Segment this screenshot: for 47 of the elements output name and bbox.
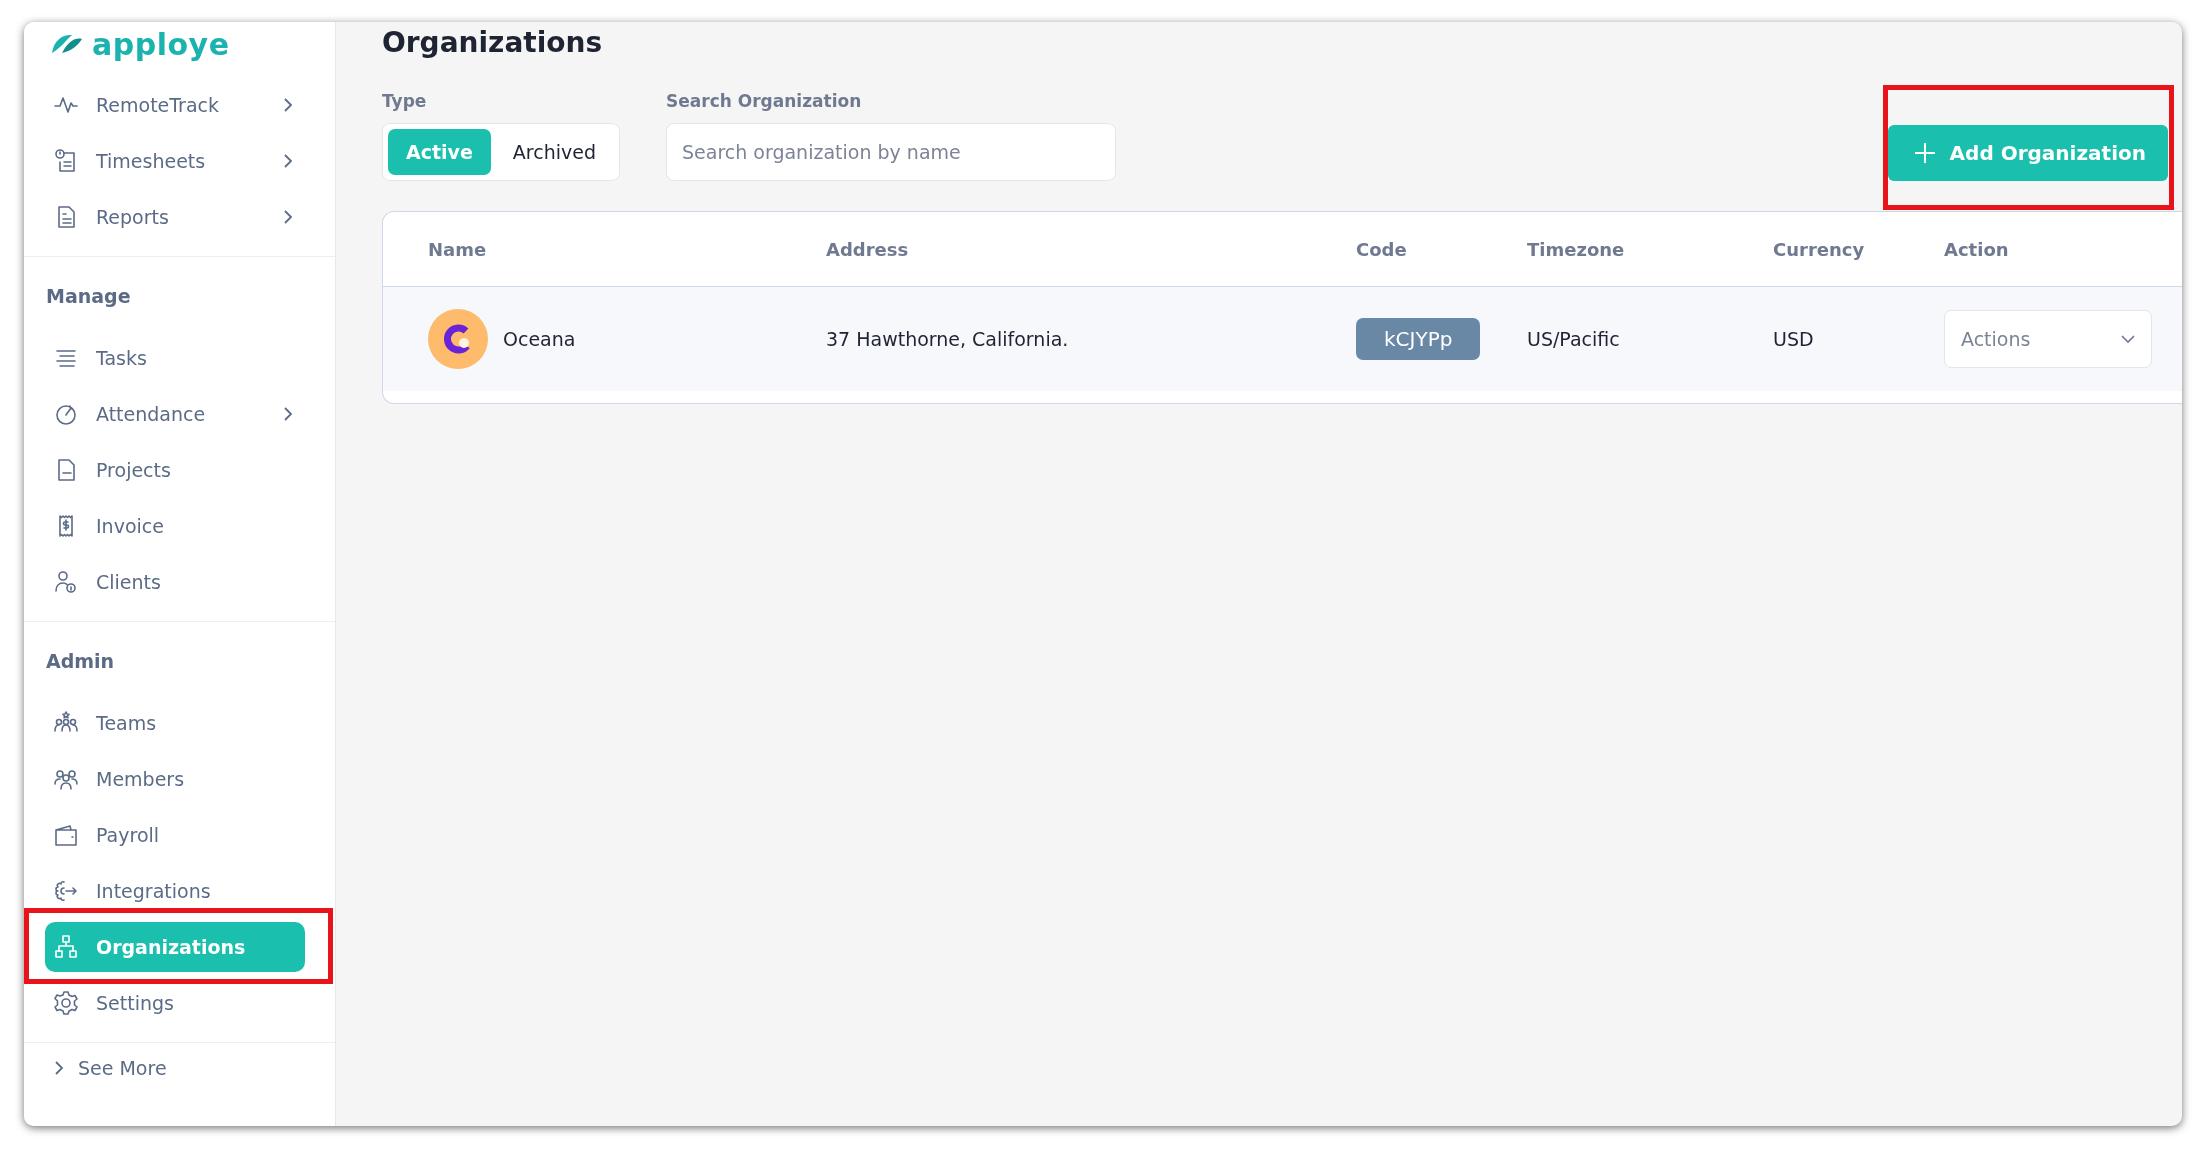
field-label: Search Organization (666, 91, 863, 111)
table-cell-text: 37 Hawthorne, California. (826, 328, 1070, 350)
column-header: Address (826, 238, 910, 260)
gear-arrow-icon (53, 878, 79, 904)
table-cell-text: US/Pacific (1527, 328, 1621, 350)
sidebar-item[interactable]: Attendance (45, 389, 305, 439)
type-tab[interactable]: Archived (494, 129, 614, 175)
see-more-link[interactable]: See More (78, 1057, 167, 1079)
settings-icon (53, 990, 79, 1016)
sidebar-item[interactable]: Members (45, 754, 305, 804)
sidebar-item[interactable]: Reports (45, 192, 305, 242)
chevron-right-icon (283, 97, 293, 113)
table-cell: Oceana (503, 328, 576, 350)
wallet-icon (53, 822, 79, 848)
chevron-right-icon (283, 153, 293, 169)
search-field[interactable]: Search organization by name (666, 123, 1116, 181)
sidebar-item[interactable]: Projects (45, 445, 305, 495)
sidebar-item[interactable]: Clients (45, 557, 305, 607)
hierarchy-icon (53, 934, 79, 960)
chevron-right-icon (54, 1060, 64, 1076)
column-header: Currency (1773, 238, 1866, 260)
chevron-right-icon (283, 406, 293, 422)
sidebar-item[interactable]: Timesheets (45, 136, 305, 186)
section-heading: Admin (45, 649, 116, 674)
sidebar-item[interactable]: Integrations (45, 866, 305, 916)
sidebar-item[interactable]: RemoteTrack (45, 80, 305, 130)
column-header: Action (1944, 238, 2010, 260)
actions-dropdown[interactable]: Actions (1944, 310, 2152, 368)
code-badge: kCJYPp (1356, 318, 1481, 360)
plus-icon (1913, 142, 1936, 164)
column-header: Code (1356, 238, 1408, 260)
sidebar-item[interactable]: Teams (45, 698, 305, 748)
sidebar-item[interactable]: Tasks (45, 333, 305, 383)
sidebar-item[interactable]: Settings (45, 978, 305, 1028)
app-logo-text: apploye (92, 26, 230, 62)
table-cell-text: USD (1773, 328, 1815, 350)
page-title: Organizations (382, 26, 604, 61)
person-icon (53, 569, 79, 595)
field-label: Type (382, 91, 428, 111)
section-heading: Manage (45, 284, 132, 309)
sidebar-item[interactable]: Payroll (45, 810, 305, 860)
column-header: Timezone (1527, 238, 1626, 260)
organization-avatar-icon (428, 309, 488, 369)
sidebar-item[interactable]: Invoice (45, 501, 305, 551)
column-header: Name (428, 238, 488, 260)
chevron-down-icon (2121, 334, 2135, 344)
chevron-right-icon (283, 209, 293, 225)
